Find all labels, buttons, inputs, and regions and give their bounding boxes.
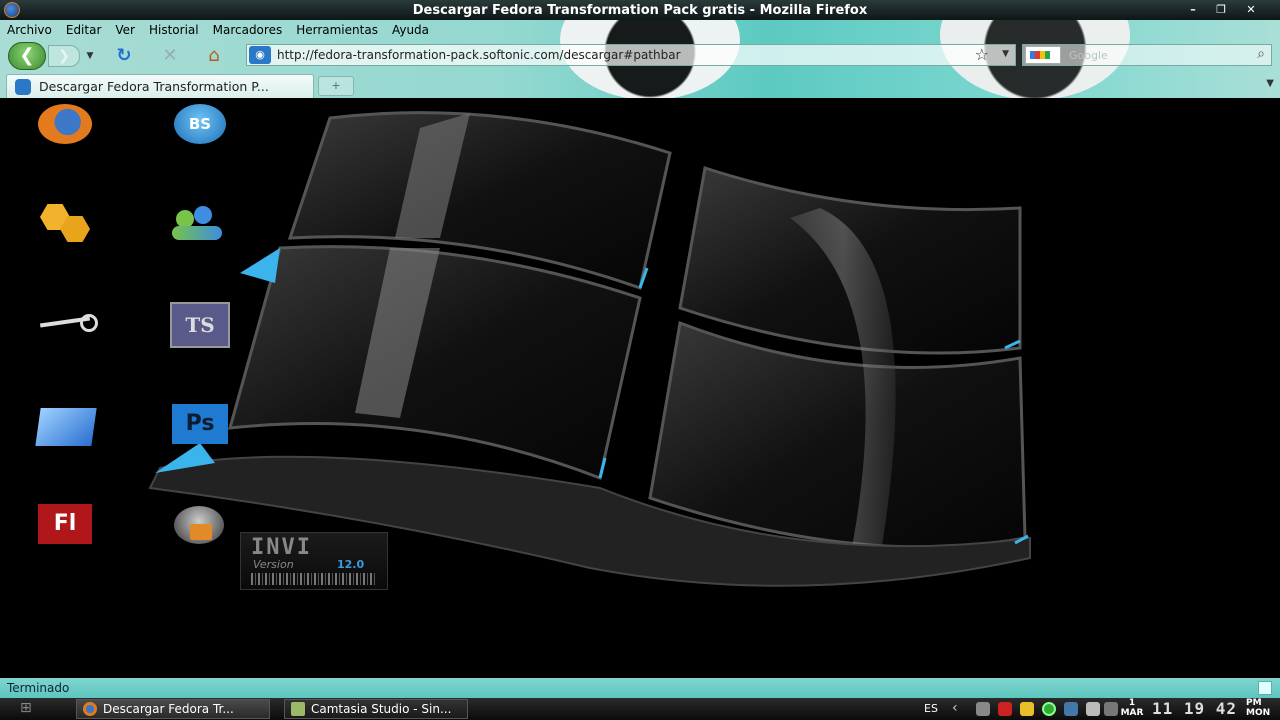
tab-strip: Descargar Fedora Transformation P... + ▼ — [0, 72, 1280, 98]
tray-expand-icon[interactable]: ‹ — [952, 700, 958, 716]
shield-icon[interactable] — [1020, 702, 1034, 716]
tray-date[interactable]: 1 MAR — [1120, 698, 1144, 718]
window-titlebar: Descargar Fedora Transformation Pack gra… — [0, 0, 1280, 20]
logo-pane-bottom-right — [648, 320, 1027, 549]
logo-blue-accent — [240, 248, 280, 283]
language-indicator[interactable]: ES — [924, 702, 938, 715]
menu-ver[interactable]: Ver — [108, 23, 142, 37]
tab-active[interactable]: Descargar Fedora Transformation P... — [6, 74, 314, 98]
tray-app-icon[interactable] — [1042, 702, 1056, 716]
tray-weekday: MON — [1246, 708, 1271, 718]
flash-icon[interactable]: Fl — [36, 502, 96, 552]
forward-button[interactable]: ❯ — [48, 45, 80, 67]
invi-badge-version: 12.0 — [337, 558, 365, 571]
bookmark-star-icon[interactable]: ☆ — [975, 45, 989, 64]
tray-ampm-label: PM — [1246, 698, 1262, 708]
home-icon[interactable]: ⌂ — [202, 45, 226, 67]
tools-icon[interactable] — [36, 202, 96, 252]
tray-app-icon[interactable] — [1086, 702, 1100, 716]
url-dropdown-icon[interactable]: ▼ — [1002, 49, 1009, 59]
url-text[interactable]: http://fedora-transformation-pack.softon… — [277, 48, 681, 62]
firefox-icon[interactable] — [36, 102, 96, 152]
menu-bar: Archivo Editar Ver Historial Marcadores … — [0, 20, 436, 40]
site-identity-icon[interactable]: ◉ — [249, 46, 271, 64]
photoshop-icon[interactable]: Ps — [170, 402, 230, 452]
navigation-toolbar: ❮ ❯ ▼ ↻ ✕ ⌂ ◉ http://fedora-transformati… — [0, 40, 1280, 70]
taskbar: ⊞ Descargar Fedora Tr... Camtasia Studio… — [0, 698, 1280, 720]
menu-herramientas[interactable]: Herramientas — [289, 23, 385, 37]
bs-player-icon[interactable]: BS — [170, 102, 230, 152]
messenger-icon[interactable] — [170, 202, 230, 252]
search-icon[interactable]: ⌕ — [1257, 46, 1265, 62]
menu-ayuda[interactable]: Ayuda — [385, 23, 436, 37]
status-text: Terminado — [7, 681, 70, 695]
steam-icon[interactable] — [36, 302, 98, 352]
browser-chrome: Archivo Editar Ver Historial Marcadores … — [0, 20, 1280, 98]
taskbar-item-label: Descargar Fedora Tr... — [103, 702, 234, 716]
security-icon[interactable] — [170, 502, 230, 552]
logo-pane-bottom-left — [227, 245, 642, 481]
menu-historial[interactable]: Historial — [142, 23, 206, 37]
status-panel-icon[interactable] — [1258, 681, 1272, 695]
camtasia-taskbar-icon — [291, 702, 305, 716]
search-placeholder: Google — [1069, 49, 1108, 62]
menu-marcadores[interactable]: Marcadores — [206, 23, 290, 37]
window-title: Descargar Fedora Transformation Pack gra… — [412, 2, 868, 18]
tray-month: MAR — [1120, 708, 1144, 718]
volume-icon[interactable] — [1104, 702, 1118, 716]
folder-icon[interactable] — [35, 402, 97, 452]
tab-favicon-icon — [15, 79, 31, 95]
close-button[interactable]: ✕ — [1240, 2, 1262, 17]
minimize-button[interactable]: – — [1182, 2, 1204, 17]
tray-ampm: PM MON — [1246, 698, 1270, 718]
invi-badge-version-label: Version — [253, 558, 294, 571]
firefox-taskbar-icon — [83, 702, 97, 716]
history-dropdown-icon[interactable]: ▼ — [82, 45, 98, 67]
back-button[interactable]: ❮ — [8, 42, 46, 70]
system-tray: ES ‹ 1 MAR 11 19 42 PM MON — [918, 698, 1280, 720]
tab-list-icon[interactable]: ▼ — [1266, 78, 1274, 89]
tray-app-icon[interactable] — [998, 702, 1012, 716]
status-bar: Terminado — [0, 678, 1280, 698]
reload-icon[interactable]: ↻ — [112, 45, 136, 67]
maximize-button[interactable]: ❐ — [1210, 2, 1232, 17]
taskbar-item-label: Camtasia Studio - Sin... — [311, 702, 452, 716]
menu-archivo[interactable]: Archivo — [0, 23, 59, 37]
menu-editar[interactable]: Editar — [59, 23, 109, 37]
start-button[interactable]: ⊞ — [20, 700, 44, 718]
new-tab-button[interactable]: + — [318, 76, 354, 96]
barcode-decoration — [251, 573, 377, 585]
windows-logo-wallpaper — [148, 111, 1031, 587]
stop-icon[interactable]: ✕ — [158, 45, 182, 67]
invi-badge-title: INVI — [251, 535, 312, 560]
url-bar[interactable]: ◉ http://fedora-transformation-pack.soft… — [246, 44, 1016, 66]
search-engine-icon[interactable] — [1025, 46, 1061, 64]
firefox-window-icon[interactable] — [4, 2, 20, 18]
ts-icon[interactable]: TS — [170, 302, 230, 352]
page-content: Fl BS TS Ps INVI Version 12.0 — [0, 98, 1280, 678]
taskbar-item-camtasia[interactable]: Camtasia Studio - Sin... — [284, 699, 468, 719]
tray-clock[interactable]: 11 19 42 — [1152, 699, 1237, 718]
tray-app-icon[interactable] — [976, 702, 990, 716]
taskbar-item-firefox[interactable]: Descargar Fedora Tr... — [76, 699, 270, 719]
invi-version-badge: INVI Version 12.0 — [240, 532, 388, 590]
search-box[interactable]: Google ⌕ — [1022, 44, 1272, 66]
tab-label: Descargar Fedora Transformation P... — [39, 79, 269, 94]
tray-day: 1 — [1128, 698, 1136, 708]
network-icon[interactable] — [1064, 702, 1078, 716]
